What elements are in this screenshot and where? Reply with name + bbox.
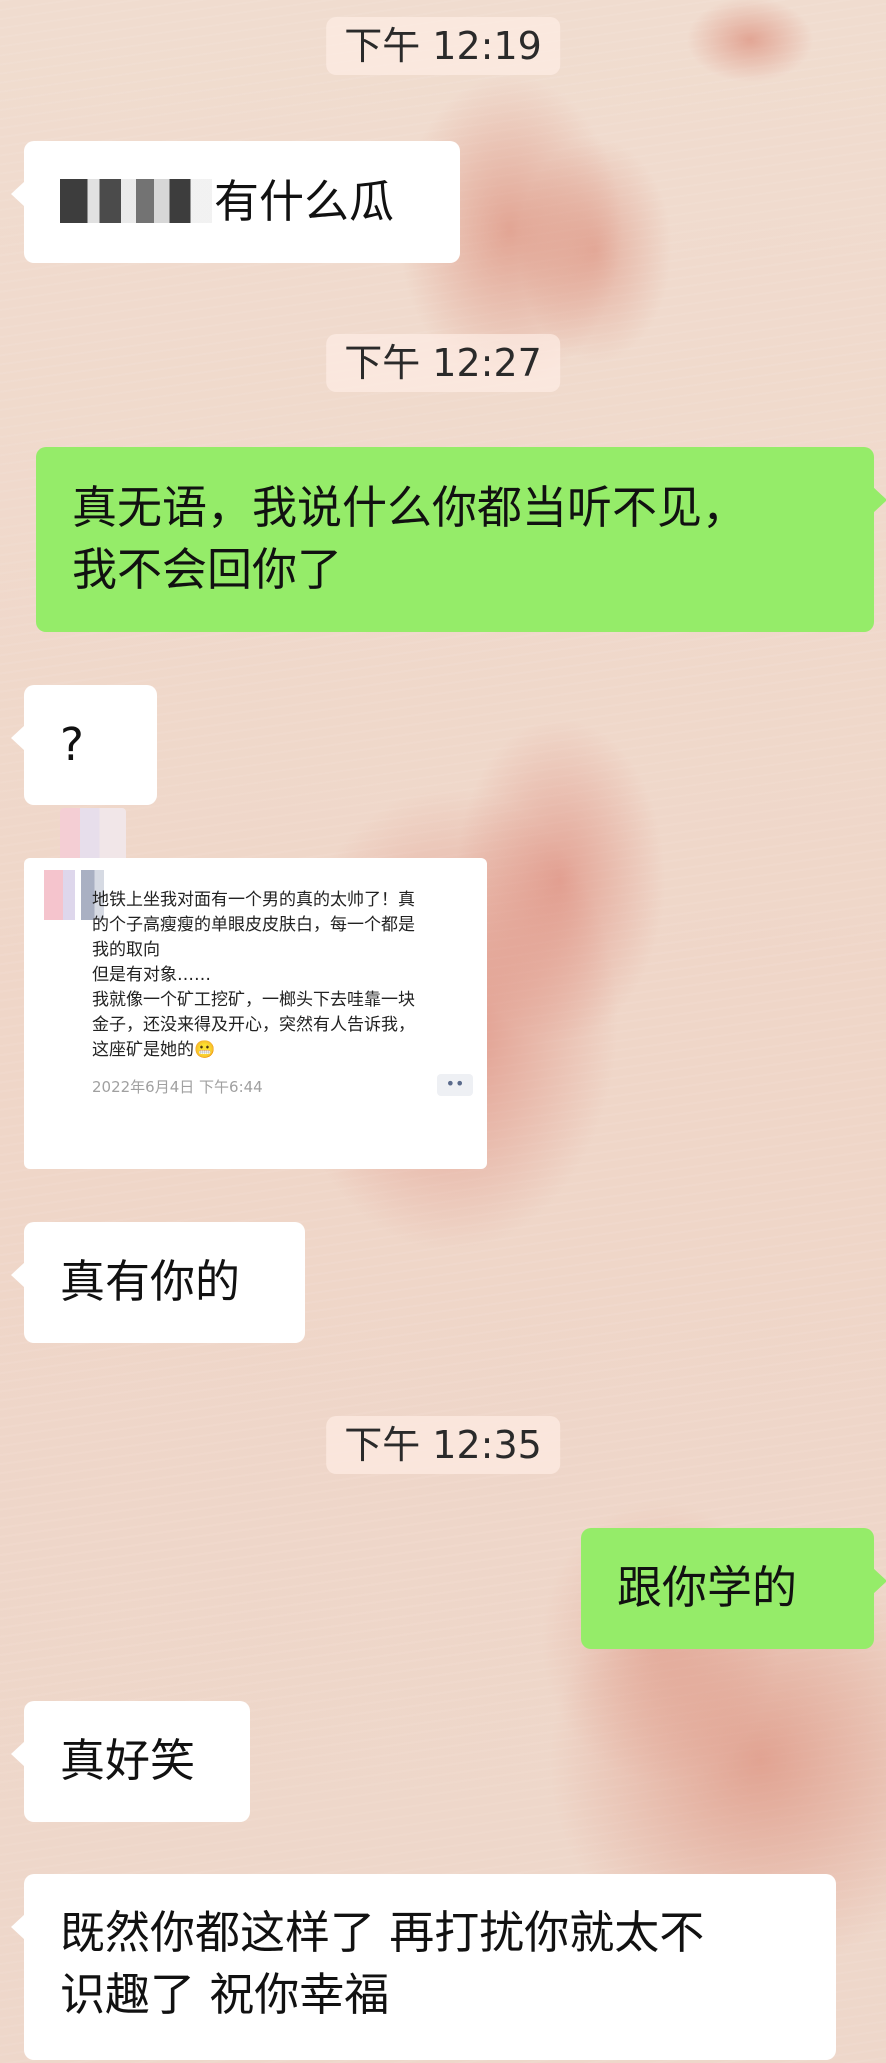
- image-message-screenshot[interactable]: 地铁上坐我对面有一个男的真的太帅了！真 的个子高瘦瘦的单眼皮皮肤白，每一个都是 …: [24, 858, 487, 1169]
- post-text: 地铁上坐我对面有一个男的真的太帅了！真 的个子高瘦瘦的单眼皮皮肤白，每一个都是 …: [92, 890, 415, 1060]
- message-bubble-left[interactable]: 既然你都这样了 再打扰你就太不 识趣了 祝你幸福: [11, 1874, 836, 2060]
- message-bubble-right[interactable]: 跟你学的: [581, 1528, 886, 1649]
- message-bubble-left[interactable]: 真有你的: [11, 1222, 305, 1343]
- message-text: 既然你都这样了 再打扰你就太不 识趣了 祝你幸福: [60, 1906, 705, 2021]
- message-text: 有什么瓜: [214, 175, 395, 228]
- timestamp-divider: 下午 12:35: [326, 1416, 560, 1474]
- message-text: 真有你的: [60, 1255, 241, 1308]
- message-bubble-right[interactable]: 真无语，我说什么你都当听不见， 我不会回你了: [36, 447, 886, 632]
- timestamp-divider: 下午 12:19: [326, 17, 560, 75]
- more-options-button[interactable]: ••: [437, 1074, 473, 1096]
- message-text: ?: [60, 718, 84, 771]
- message-text: 跟你学的: [617, 1561, 798, 1614]
- message-bubble-left[interactable]: ?: [11, 685, 157, 805]
- redaction-mosaic: [60, 179, 212, 223]
- timestamp-divider: 下午 12:27: [326, 334, 560, 392]
- message-text: 真好笑: [60, 1734, 196, 1787]
- message-bubble-left[interactable]: 有什么瓜: [11, 141, 460, 263]
- message-bubble-left[interactable]: 真好笑: [11, 1701, 250, 1822]
- post-timestamp: 2022年6月4日 下午6:44: [92, 1078, 263, 1096]
- message-text: 真无语，我说什么你都当听不见， 我不会回你了: [72, 481, 748, 596]
